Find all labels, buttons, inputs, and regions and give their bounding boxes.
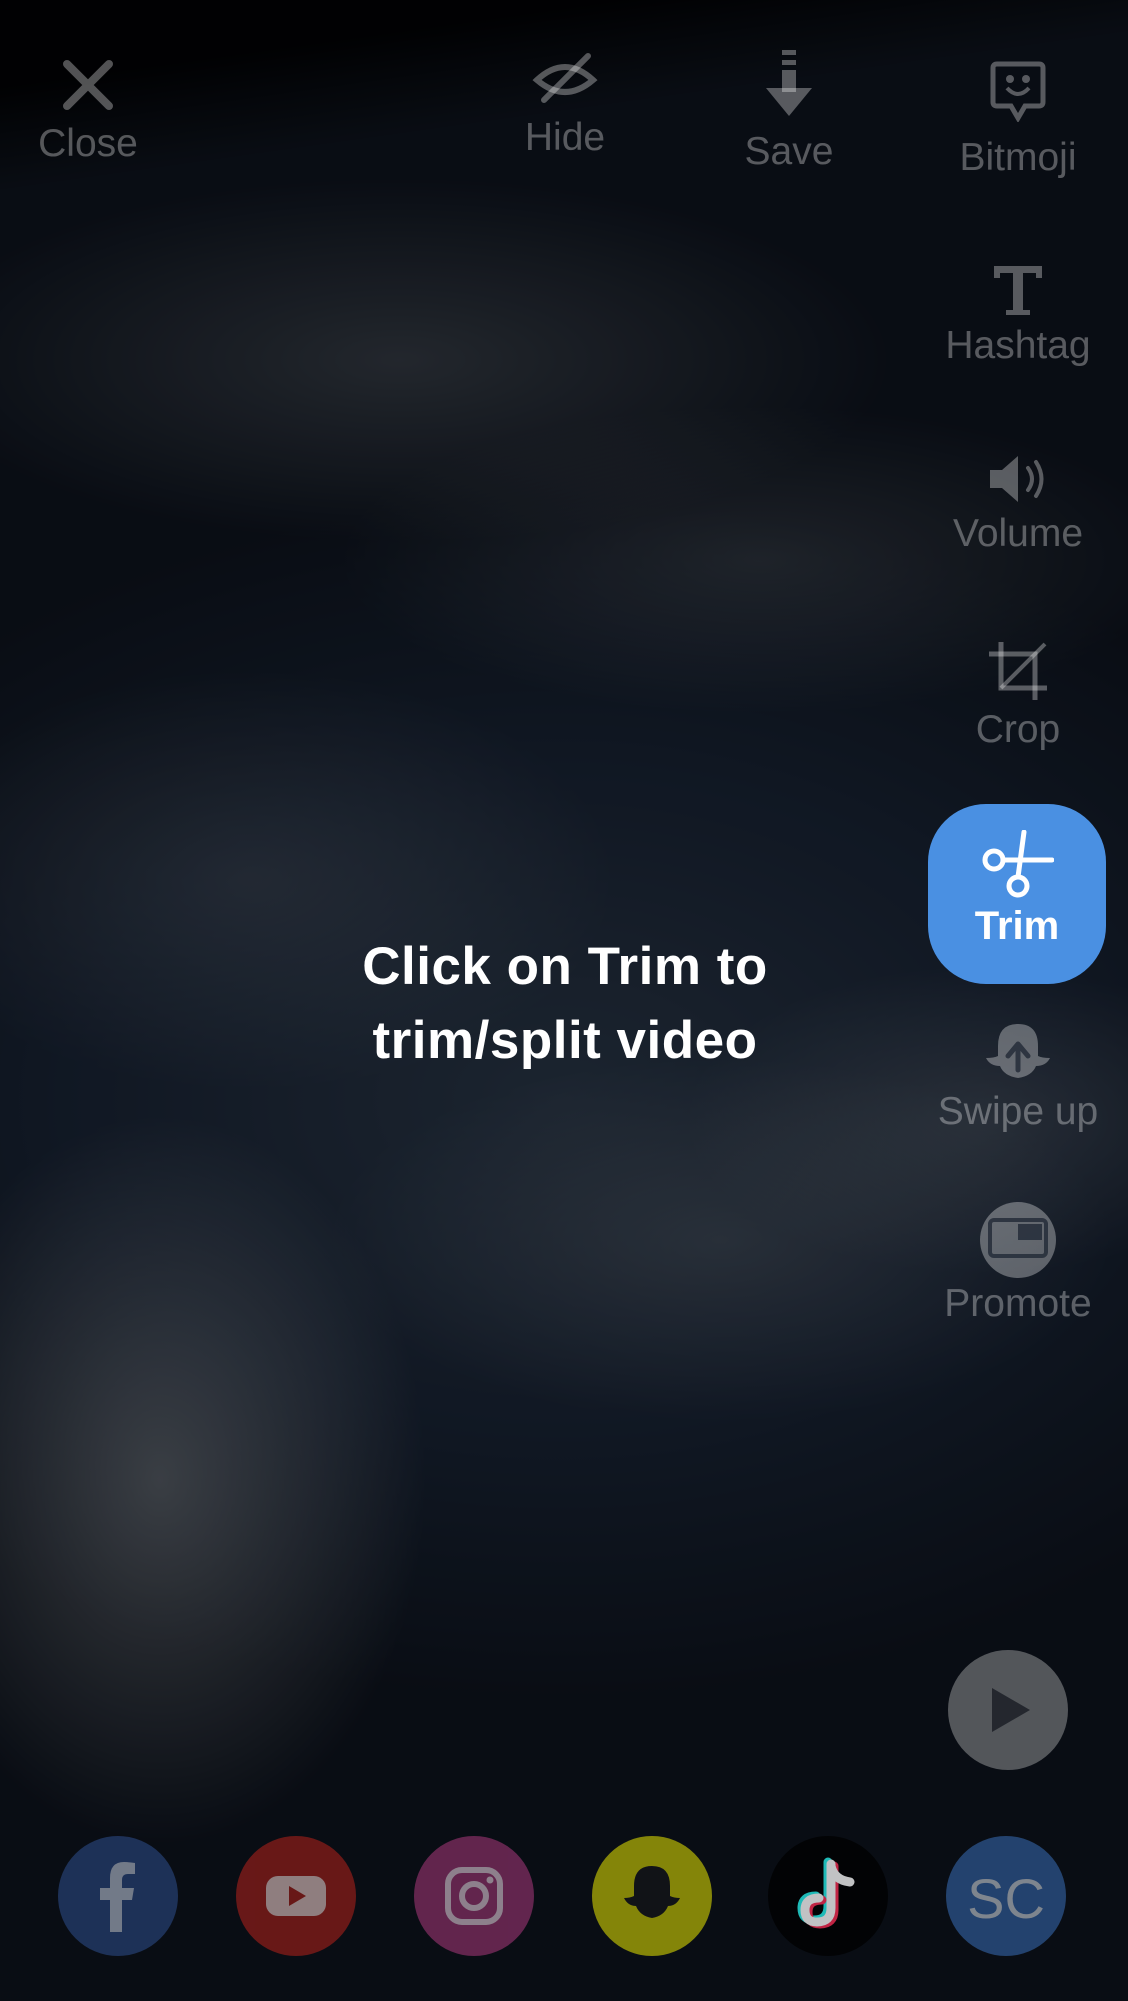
promote-tool[interactable]: Promote (928, 1200, 1108, 1326)
close-label: Close (38, 122, 138, 165)
volume-label: Volume (952, 512, 1084, 555)
close-button[interactable]: Close (28, 58, 148, 166)
play-icon (992, 1688, 1030, 1732)
save-button[interactable]: Save (728, 50, 850, 174)
bitmoji-button[interactable]: Bitmoji (948, 60, 1088, 180)
soundcloud-share[interactable]: SC (946, 1836, 1066, 1956)
crop-tool[interactable]: Crop (928, 640, 1108, 752)
bitmoji-label: Bitmoji (959, 136, 1077, 179)
soundcloud-label: SC (967, 1867, 1045, 1930)
play-button[interactable] (948, 1650, 1068, 1770)
hashtag-label: Hashtag (945, 324, 1091, 367)
promote-label: Promote (944, 1282, 1092, 1325)
save-label: Save (744, 130, 834, 173)
trim-hint: Click on Trim to trim/split video (290, 930, 840, 1078)
promote-icon (980, 1202, 1056, 1278)
crop-label: Crop (975, 708, 1061, 751)
youtube-share[interactable] (236, 1836, 356, 1956)
youtube-icon (266, 1876, 326, 1916)
snapchat-icon (624, 1866, 680, 1918)
crop-icon (989, 642, 1047, 700)
facebook-share[interactable] (58, 1836, 178, 1956)
instagram-share[interactable] (414, 1836, 534, 1956)
tiktok-icon (797, 1857, 855, 1929)
instagram-icon (445, 1867, 503, 1925)
bitmoji-icon (990, 61, 1046, 122)
hint-line-1: Click on Trim to (362, 937, 768, 996)
text-icon (994, 266, 1042, 315)
snapchat-share[interactable] (592, 1836, 712, 1956)
eye-slash-icon (532, 53, 598, 103)
volume-tool[interactable]: Volume (928, 452, 1108, 556)
swipe-up-label: Swipe up (937, 1090, 1099, 1133)
facebook-icon (100, 1862, 135, 1932)
ghost-swipe-icon (986, 1024, 1050, 1078)
tiktok-share[interactable] (768, 1836, 888, 1956)
close-icon (63, 60, 113, 110)
volume-icon (990, 456, 1044, 502)
scissors-icon (982, 830, 1054, 898)
trim-button[interactable]: Trim (928, 804, 1106, 984)
hashtag-tool[interactable]: Hashtag (928, 262, 1108, 368)
hint-line-2: trim/split video (372, 1011, 758, 1070)
download-icon (766, 50, 812, 116)
swipe-up-tool[interactable]: Swipe up (928, 1020, 1108, 1134)
hide-label: Hide (524, 116, 606, 159)
trim-label: Trim (974, 904, 1060, 948)
hide-button[interactable]: Hide (500, 50, 630, 160)
